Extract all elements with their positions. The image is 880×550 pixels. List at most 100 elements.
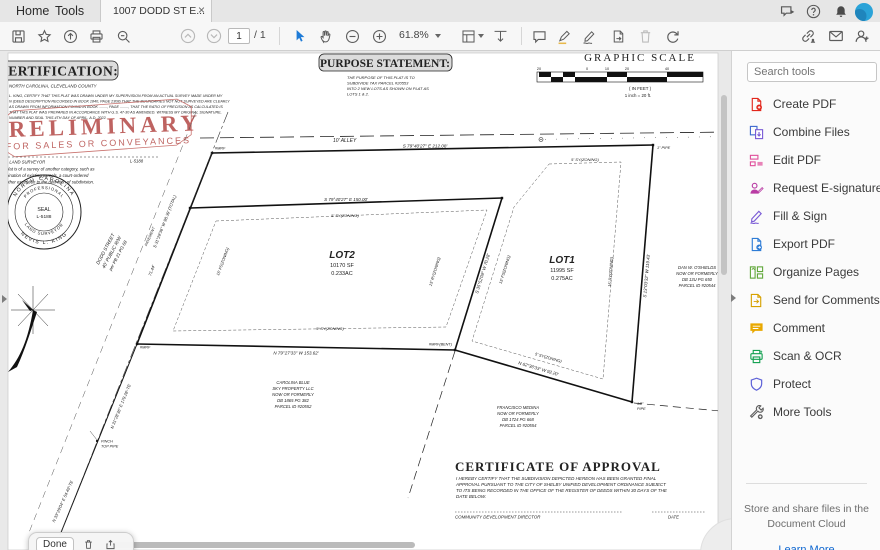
- tool-label: Protect: [773, 377, 811, 391]
- email-icon[interactable]: [824, 24, 848, 48]
- tool-label: Request E-signatures: [773, 181, 880, 195]
- share-icon[interactable]: [103, 537, 118, 550]
- lot1-area-ac: 0.275AC: [551, 276, 572, 282]
- tab-home[interactable]: Home: [16, 0, 49, 22]
- document-cloud-promo: Store and share files in the Document Cl…: [732, 483, 880, 550]
- svg-text:NOW OR FORMERLY: NOW OR FORMERLY: [497, 411, 540, 416]
- tool-label: Scan & OCR: [773, 349, 842, 363]
- tool-combine-files[interactable]: Combine Files: [732, 118, 880, 146]
- tool-protect[interactable]: Protect: [732, 370, 880, 398]
- edit-pdf-icon: [749, 153, 764, 168]
- toolbar-divider: [279, 27, 280, 45]
- tool-request-esignatures[interactable]: Request E-signatures: [732, 174, 880, 202]
- zoom-out-icon[interactable]: [340, 24, 364, 48]
- document-tab-title: 1007 DODD ST E...: [113, 0, 205, 22]
- tool-label: Export PDF: [773, 237, 835, 251]
- highlight-tool-icon[interactable]: [552, 24, 576, 48]
- tab-tools[interactable]: Tools: [55, 0, 84, 22]
- svg-text:PARCEL ID #20544: PARCEL ID #20544: [679, 283, 717, 288]
- feedback-icon[interactable]: [778, 2, 797, 21]
- pinch-pipe-marker: TOP PIPE: [101, 444, 119, 448]
- search-icon[interactable]: [111, 24, 135, 48]
- undo-icon[interactable]: [660, 24, 684, 48]
- mrf-marker: #MRF: [215, 147, 226, 151]
- organize-pages-icon: [749, 265, 764, 280]
- tools-pane-toggle-icon[interactable]: [731, 294, 736, 302]
- tool-comment[interactable]: Comment: [732, 314, 880, 342]
- svg-text:SKY PROPERTY LLC: SKY PROPERTY LLC: [272, 386, 314, 391]
- certification-line: L. KING, CERTIFY THAT THIS PLAT WAS DRAW…: [9, 94, 223, 98]
- toolbar: / 1 61.8%: [0, 22, 880, 51]
- tab-document[interactable]: 1007 DODD ST E... ×: [100, 0, 212, 22]
- notifications-bell-icon[interactable]: [831, 2, 850, 21]
- approval-line: DATE BELOW.: [456, 494, 486, 499]
- tool-label: Create PDF: [773, 97, 836, 111]
- purpose-line: THE PURPOSE OF THIS PLAT IS TO: [347, 75, 415, 80]
- search-tools-input[interactable]: [747, 62, 877, 82]
- certification-title: CERTIFICATION:: [0, 64, 118, 79]
- star-icon[interactable]: [32, 24, 56, 48]
- owner-carolina: CAROLINA BLUE SKY PROPERTY LLC NOW OR FO…: [272, 380, 315, 409]
- help-icon[interactable]: [804, 2, 823, 21]
- owner-medina: FRANCISCO MEDINA NOW OR FORMERLY DB 1724…: [497, 405, 540, 428]
- tool-more-tools[interactable]: More Tools: [732, 398, 880, 426]
- horizontal-scrollbar[interactable]: [110, 542, 415, 548]
- close-tab-icon[interactable]: ×: [198, 0, 205, 22]
- svg-text:PARCEL ID #20552: PARCEL ID #20552: [275, 404, 313, 409]
- zoom-dropdown-caret[interactable]: [435, 34, 441, 38]
- share-file-icon[interactable]: [58, 24, 82, 48]
- document-page: CERTIFICATION: NORTH CAROLINA, CLEVELAND…: [0, 50, 731, 550]
- vertical-scrollbar[interactable]: [721, 95, 727, 275]
- tool-export-pdf[interactable]: Export PDF: [732, 230, 880, 258]
- scan-ocr-icon: [749, 349, 764, 364]
- scale-feet-label: ( IN FEET ): [629, 86, 652, 91]
- tool-send-for-comments[interactable]: Send for Comments: [732, 286, 880, 314]
- delete-page-icon[interactable]: [633, 24, 657, 48]
- save-icon[interactable]: [6, 24, 30, 48]
- select-tool-icon[interactable]: [287, 24, 311, 48]
- zoom-level-label[interactable]: 61.8%: [399, 29, 429, 41]
- setback-label: 5' SY(ZONING): [316, 326, 344, 331]
- page-fit-caret[interactable]: [478, 34, 484, 38]
- scroll-mode-icon[interactable]: [488, 24, 512, 48]
- tool-organize-pages[interactable]: Organize Pages: [732, 258, 880, 286]
- left-pane-toggle-icon[interactable]: [2, 295, 7, 303]
- lot2-name: LOT2: [329, 250, 355, 261]
- graphic-scale-title: GRAPHIC SCALE: [584, 52, 696, 64]
- alley-label: 10' ALLEY: [333, 138, 357, 144]
- page-fit-icon[interactable]: [456, 24, 480, 48]
- svg-text:NOW OR FORMERLY: NOW OR FORMERLY: [272, 392, 315, 397]
- page-number-input[interactable]: [228, 28, 250, 44]
- pipe-half-marker: 1/2": [637, 402, 644, 406]
- svg-text:20: 20: [537, 67, 541, 71]
- convert-page-icon[interactable]: [606, 24, 630, 48]
- zoom-in-icon[interactable]: [367, 24, 391, 48]
- share-link-icon[interactable]: [796, 24, 820, 48]
- hand-tool-icon[interactable]: [314, 24, 338, 48]
- acrobat-window: Home Tools 1007 DODD ST E... ×: [0, 0, 880, 550]
- comment-tool-icon[interactable]: [527, 24, 551, 48]
- svg-text:0: 0: [586, 67, 588, 71]
- tool-label: More Tools: [773, 405, 831, 419]
- tool-create-pdf[interactable]: Create PDF: [732, 90, 880, 118]
- fill-sign-tool-icon[interactable]: [577, 24, 601, 48]
- add-user-icon[interactable]: [850, 24, 874, 48]
- svg-text:20: 20: [625, 67, 629, 71]
- svg-text:FRANCISCO MEDINA: FRANCISCO MEDINA: [497, 405, 539, 410]
- user-avatar[interactable]: [854, 2, 873, 21]
- svg-text:DB 1865 PG 382: DB 1865 PG 382: [277, 398, 309, 403]
- screenshot-toolbar: Done: [28, 532, 134, 550]
- panel-divider: [746, 483, 867, 484]
- tool-edit-pdf[interactable]: Edit PDF: [732, 146, 880, 174]
- tool-fill-sign[interactable]: Fill & Sign: [732, 202, 880, 230]
- approval-date-label: DATE: [668, 515, 679, 520]
- pinch-pipe-marker: PINCH: [101, 440, 113, 444]
- trash-icon[interactable]: [81, 537, 96, 550]
- tool-scan-ocr[interactable]: Scan & OCR: [732, 342, 880, 370]
- next-page-icon[interactable]: [202, 24, 226, 48]
- done-button[interactable]: Done: [36, 537, 74, 550]
- previous-page-icon[interactable]: [176, 24, 200, 48]
- print-icon[interactable]: [84, 24, 108, 48]
- tool-label: Combine Files: [773, 125, 850, 139]
- learn-more-link[interactable]: Learn More: [732, 544, 880, 550]
